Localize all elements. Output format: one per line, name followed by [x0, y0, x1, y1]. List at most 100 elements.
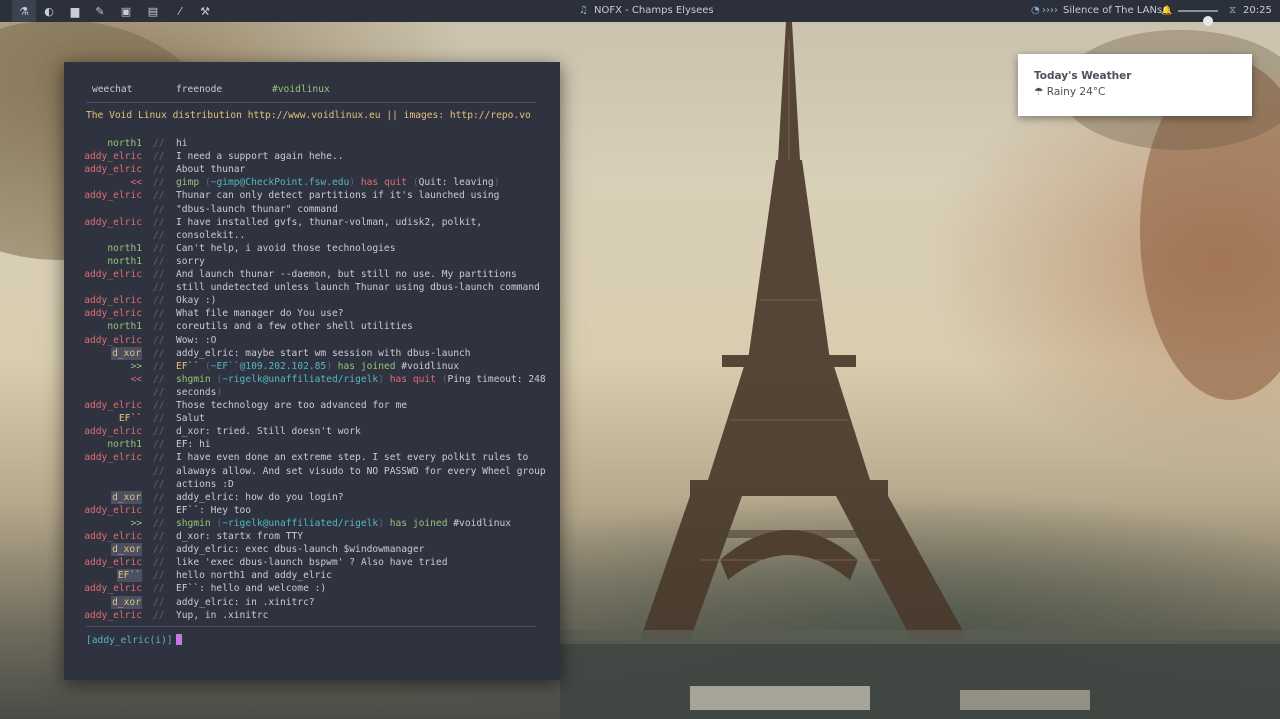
chat-nick[interactable]: addy_elric: [84, 334, 142, 347]
chat-nick[interactable]: addy_elric: [84, 504, 142, 517]
chat-line: // seconds): [64, 386, 560, 399]
chat-message-part: shgmin: [176, 517, 217, 529]
workspace-wrench-icon[interactable]: ⚒: [193, 0, 217, 22]
workspace-image-icon[interactable]: ▣: [114, 0, 138, 22]
chat-separator: //: [153, 478, 165, 490]
volume-slider[interactable]: [1178, 10, 1218, 26]
chat-nick[interactable]: addy_elric: [84, 582, 142, 595]
workspace-flask-icon[interactable]: ⚗: [12, 0, 36, 22]
workspace-film-icon[interactable]: ▤: [141, 0, 165, 22]
chat-message: d_xor: tried. Still doesn't work: [176, 425, 361, 438]
chat-line: north1 // EF: hi: [64, 438, 560, 451]
network-name[interactable]: Silence of The LANs: [1063, 0, 1162, 22]
tab-weechat[interactable]: weechat: [92, 84, 132, 95]
chat-message-part: addy_elric: exec dbus-launch $windowmana…: [176, 544, 425, 556]
chat-message: I have installed gvfs, thunar-volman, ud…: [176, 216, 482, 229]
weechat-terminal-window[interactable]: weechat freenode #voidlinux The Void Lin…: [64, 62, 560, 680]
chat-line: EF`` // Salut: [64, 412, 560, 425]
volume-slider-knob[interactable]: [1203, 16, 1213, 26]
chat-separator: //: [153, 583, 165, 595]
workspace-pencil-icon[interactable]: ✎: [88, 0, 112, 22]
chat-separator: //: [153, 465, 165, 477]
chat-message-part: Thunar can only detect partitions if it'…: [176, 190, 500, 202]
chat-nick[interactable]: addy_elric: [84, 294, 142, 307]
input-line[interactable]: [addy_elric(i)]: [86, 634, 182, 646]
chat-nick[interactable]: north1: [107, 242, 142, 255]
chat-nick[interactable]: <<: [130, 176, 142, 189]
chat-nick[interactable]: addy_elric: [84, 189, 142, 202]
chat-message: I need a support again hehe..: [176, 150, 344, 163]
chat-nick[interactable]: addy_elric: [84, 399, 142, 412]
chat-message: like 'exec dbus-launch bspwm' ? Also hav…: [176, 556, 447, 569]
chat-nick[interactable]: d_xor: [111, 490, 142, 504]
chat-message: sorry: [176, 255, 205, 268]
chat-line: << // gimp (~gimp@CheckPoint.fsw.edu) has …: [64, 176, 560, 189]
chat-separator: //: [153, 164, 165, 176]
music-icon: ♫: [579, 5, 588, 16]
chat-message-part: has joined: [331, 360, 402, 372]
chat-nick[interactable]: addy_elric: [84, 556, 142, 569]
chat-message-part: I have even done an extreme step. I set …: [176, 452, 529, 464]
chat-nick[interactable]: north1: [107, 320, 142, 333]
chat-nick[interactable]: EF``: [116, 569, 142, 583]
chat-line: north1 // coreutils and a few other shell …: [64, 320, 560, 333]
chat-message-part: has quit: [383, 373, 442, 385]
weather-condition-text: Rainy 24°C: [1046, 86, 1106, 98]
workspace-firefox-icon[interactable]: ◐: [37, 0, 61, 22]
workspace-brush-icon[interactable]: ⁄: [168, 0, 192, 22]
chat-nick[interactable]: d_xor: [111, 595, 142, 609]
input-divider: [86, 626, 536, 627]
chat-message-part: hello north1 and addy_elric: [176, 570, 332, 582]
chat-nick[interactable]: addy_elric: [84, 268, 142, 281]
tab-freenode[interactable]: freenode: [176, 84, 222, 95]
chat-nick[interactable]: north1: [107, 137, 142, 150]
chat-separator: //: [153, 282, 165, 294]
chat-nick[interactable]: >>: [130, 517, 142, 530]
chat-message-part: Salut: [176, 413, 205, 425]
chat-separator: //: [153, 269, 165, 280]
chat-message-part: ~gimp@CheckPoint.fsw.edu: [210, 177, 350, 189]
chat-nick[interactable]: addy_elric: [84, 609, 142, 622]
chat-nick[interactable]: addy_elric: [84, 425, 142, 438]
workspace-folder-icon[interactable]: ▆: [63, 0, 87, 22]
chat-message-part: gimp: [176, 177, 205, 189]
chat-nick[interactable]: addy_elric: [84, 451, 142, 464]
chat-line: addy_elric // About thunar: [64, 163, 560, 176]
chat-separator: //: [153, 295, 165, 307]
chat-nick[interactable]: EF``: [119, 412, 142, 425]
chat-nick[interactable]: d_xor: [111, 346, 142, 360]
chat-message-part: ): [216, 386, 223, 398]
chat-nick[interactable]: <<: [130, 373, 142, 386]
now-playing-label[interactable]: NOFX - Champs Elysees: [594, 0, 714, 22]
chat-nick[interactable]: d_xor: [111, 543, 142, 557]
chat-nick[interactable]: north1: [107, 438, 142, 451]
tab-voidlinux[interactable]: #voidlinux: [272, 84, 330, 95]
chat-nick[interactable]: addy_elric: [84, 530, 142, 543]
tabs-divider: [86, 102, 536, 103]
chat-message-part: #voidlinux: [453, 517, 512, 529]
chat-nick[interactable]: north1: [107, 255, 142, 268]
chat-message-part: addy_elric: how do you login?: [176, 491, 344, 503]
clock-time: 20:25: [1243, 5, 1272, 16]
chat-message: EF: hi: [176, 438, 211, 451]
chat-separator: //: [153, 373, 165, 385]
chat-message-part: EF``: hello and welcome :): [176, 583, 327, 595]
chat-message-part: d_xor: startx from TTY: [176, 531, 304, 542]
chat-nick[interactable]: >>: [130, 360, 142, 373]
notification-bell-icon[interactable]: 🔔: [1161, 0, 1172, 22]
chat-line: addy_elric // I have installed gvfs, thuna…: [64, 216, 560, 229]
chat-nick[interactable]: addy_elric: [84, 307, 142, 320]
chat-message: About thunar: [176, 163, 245, 176]
chat-line: north1 // hi: [64, 137, 560, 150]
chat-nick[interactable]: addy_elric: [84, 150, 142, 163]
chat-nick[interactable]: addy_elric: [84, 216, 142, 229]
chat-message-part: alaways allow. And set visudo to NO PASS…: [176, 465, 546, 477]
chat-separator: //: [153, 400, 165, 411]
chat-nick[interactable]: addy_elric: [84, 163, 142, 176]
chat-separator: //: [153, 334, 165, 346]
chat-separator: //: [153, 491, 165, 503]
chat-message: hello north1 and addy_elric: [176, 569, 332, 582]
chat-separator: //: [153, 544, 165, 556]
chat-separator: //: [153, 413, 165, 425]
chat-message-part: addy_elric: maybe start wm session with …: [176, 347, 471, 359]
